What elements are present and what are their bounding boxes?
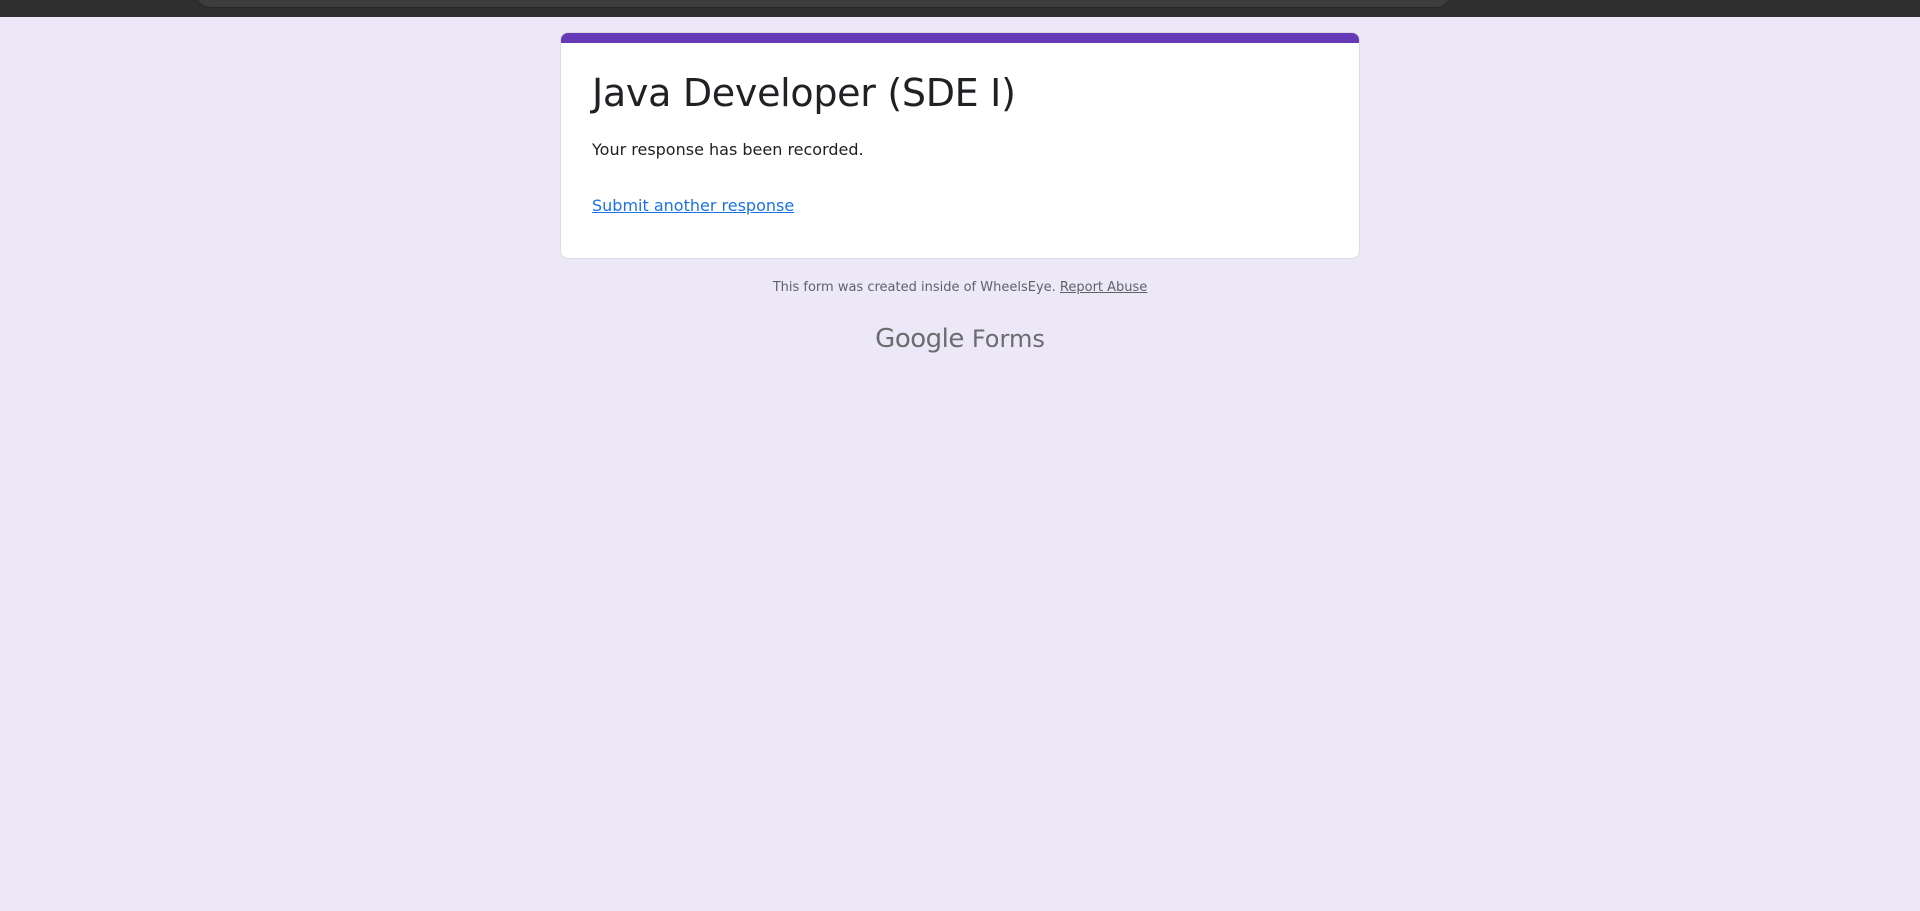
brand-product-text: Forms	[971, 325, 1045, 353]
confirmation-message: Your response has been recorded.	[592, 140, 864, 160]
footer-note: This form was created inside of WheelsEy…	[0, 280, 1920, 295]
card-accent-bar	[561, 33, 1359, 43]
report-abuse-link[interactable]: Report Abuse	[1060, 280, 1147, 295]
form-title: Java Developer (SDE I)	[592, 71, 1016, 115]
submit-another-response-link[interactable]: Submit another response	[592, 196, 794, 215]
google-forms-logo[interactable]: Google Forms	[0, 324, 1920, 354]
browser-top-strip	[0, 0, 1920, 17]
address-bar-edge	[196, 0, 1450, 7]
footer-note-text: This form was created inside of WheelsEy…	[772, 280, 1056, 295]
brand-google-text: Google	[875, 324, 964, 354]
card-content: Java Developer (SDE I) Your response has…	[592, 69, 1335, 216]
confirmation-card: Java Developer (SDE I) Your response has…	[560, 32, 1360, 259]
